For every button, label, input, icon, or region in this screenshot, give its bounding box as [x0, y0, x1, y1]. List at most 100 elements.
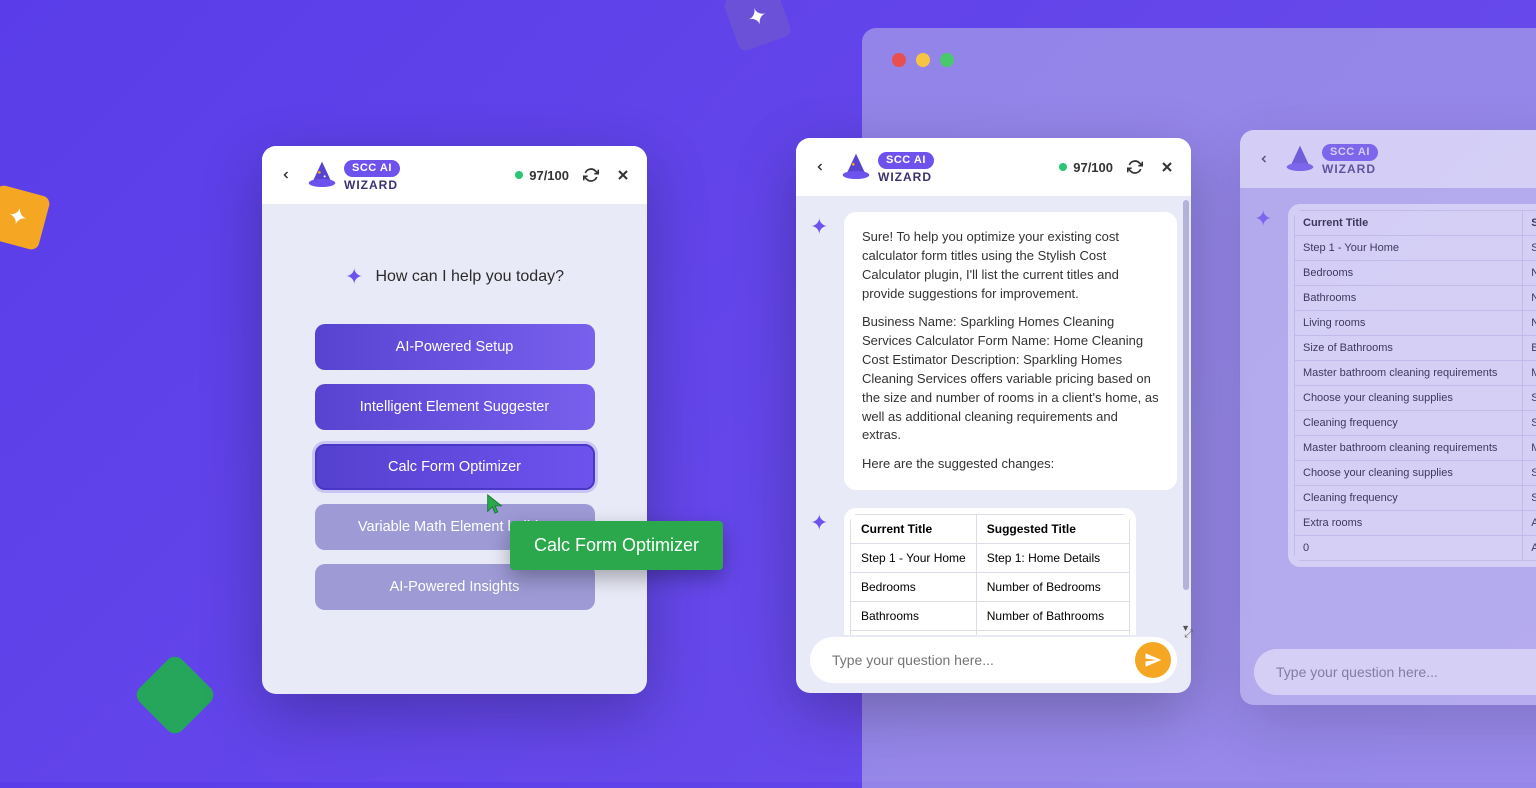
table-cell: Select Cle — [1523, 386, 1536, 411]
table-cell: Cleaning frequency — [1295, 486, 1523, 511]
back-button[interactable] — [810, 155, 830, 180]
table-cell: Step 1 - Your Home — [851, 544, 977, 573]
mouse-cursor — [484, 493, 506, 520]
app-logo: SCC AI WIZARD — [840, 151, 934, 183]
message-bubble: Sure! To help you optimize your existing… — [844, 212, 1177, 490]
message-paragraph: Here are the suggested changes: — [862, 455, 1159, 474]
sparkle-icon: ✦ — [345, 264, 363, 290]
table-cell: Cleaning frequency — [1295, 411, 1523, 436]
refresh-icon[interactable] — [581, 165, 601, 185]
table-cell: Select Cl — [1523, 411, 1536, 436]
scrollbar[interactable]: ▲ ▼ — [1181, 200, 1189, 631]
table-cell: Step 1 - Your Home — [1295, 236, 1523, 261]
app-badge: SCC AI — [1322, 144, 1378, 161]
sparkle-icon: ✦ — [1254, 206, 1278, 567]
table-header: Current Title — [1295, 211, 1523, 236]
option-calc-form-optimizer[interactable]: Calc Form Optimizer — [315, 444, 595, 490]
table-cell: Number of Living Rooms — [976, 631, 1129, 635]
back-button[interactable] — [276, 163, 296, 188]
table-cell: Living rooms — [1295, 311, 1523, 336]
close-icon[interactable] — [613, 165, 633, 185]
sparkle-icon: ✦ — [810, 214, 834, 490]
table-cell: Choose your cleaning supplies — [1295, 386, 1523, 411]
chat-input[interactable] — [1276, 664, 1536, 680]
prompt-heading: ✦ How can I help you today? — [300, 264, 609, 290]
decorative-shape-purple: ✦ — [722, 0, 792, 53]
table-row: BedroomsNumber of Bedrooms — [851, 573, 1130, 602]
table-row: Master bathroom cleaning requirementsMas… — [1295, 436, 1536, 461]
option-intelligent-element-suggester[interactable]: Intelligent Element Suggester — [315, 384, 595, 430]
app-name: WIZARD — [878, 171, 934, 183]
table-cell: Master bathroom cleaning requirements — [1295, 436, 1523, 461]
table-row: Master bathroom cleaning requirementsMas… — [1295, 361, 1536, 386]
wizard-panel-home: SCC AI WIZARD 97/100 ✦ How can I help yo… — [262, 146, 647, 694]
chat-input-bar — [810, 637, 1177, 683]
table-cell: Step 1: Home Details — [976, 544, 1129, 573]
table-row: BathroomsNumber of Bathrooms — [851, 602, 1130, 631]
table-cell: Size of Bathrooms — [1295, 336, 1523, 361]
decorative-shape-orange: ✦ — [0, 184, 51, 251]
table-cell: 0 — [1295, 536, 1523, 561]
table-header: Current Title — [851, 515, 977, 544]
table-cell: Select Cl — [1523, 486, 1536, 511]
table-row: Step 1 - Your HomeStep 1: Home Details — [851, 544, 1130, 573]
table-header: Suggested Title — [976, 515, 1129, 544]
table-cell: Additional Options — [1523, 536, 1536, 561]
send-button[interactable] — [1135, 642, 1171, 678]
traffic-lights — [892, 53, 954, 67]
traffic-minimize[interactable] — [916, 53, 930, 67]
traffic-maximize[interactable] — [940, 53, 954, 67]
app-logo: SCC AI WIZARD — [1284, 143, 1378, 175]
message-paragraph: Business Name: Sparkling Homes Cleaning … — [862, 313, 1159, 445]
table-cell: Number of Bedrooms — [976, 573, 1129, 602]
wizard-hat-icon — [1284, 143, 1316, 175]
panel-header: SCC AI WIZARD 97/ — [1240, 130, 1536, 188]
credits-counter: 97/100 — [515, 168, 569, 183]
decorative-shape-green — [133, 653, 218, 738]
assistant-message: ✦ Sure! To help you optimize your existi… — [810, 212, 1177, 490]
wizard-panel-chat: SCC AI WIZARD 97/100 ▲ ▼ ✦ Sure! To help… — [796, 138, 1191, 693]
sparkle-icon: ✦ — [810, 510, 834, 635]
close-icon[interactable] — [1157, 157, 1177, 177]
app-badge: SCC AI — [878, 152, 934, 169]
chat-input[interactable] — [832, 652, 1135, 668]
table-cell: Bedrooms — [851, 573, 977, 602]
panel-header: SCC AI WIZARD 97/100 — [796, 138, 1191, 196]
app-name: WIZARD — [1322, 163, 1378, 175]
expand-icon[interactable]: ⤢ — [1184, 628, 1193, 641]
table-cell: Select Cle — [1523, 461, 1536, 486]
table-row: Size of BathroomsBathroom — [1295, 336, 1536, 361]
back-button[interactable] — [1254, 147, 1274, 172]
table-row: BedroomsNumber of — [1295, 261, 1536, 286]
table-cell: Master Ba Options — [1523, 436, 1536, 461]
table-cell: Number of Bathrooms — [976, 602, 1129, 631]
message-paragraph: Sure! To help you optimize your existing… — [862, 228, 1159, 303]
wizard-hat-icon — [306, 159, 338, 191]
table-cell: Bedrooms — [1295, 261, 1523, 286]
refresh-icon[interactable] — [1125, 157, 1145, 177]
table-cell: Number of — [1523, 261, 1536, 286]
suggestions-table: Current Title Suggested Step 1 - Your Ho… — [1294, 210, 1536, 561]
option-ai-powered-insights[interactable]: AI-Powered Insights — [315, 564, 595, 610]
table-cell: Number of — [1523, 311, 1536, 336]
hover-tooltip: Calc Form Optimizer — [510, 521, 723, 570]
option-ai-powered-setup[interactable]: AI-Powered Setup — [315, 324, 595, 370]
table-cell: Choose your cleaning supplies — [1295, 461, 1523, 486]
table-cell: Bathrooms — [1295, 286, 1523, 311]
credits-counter: 97/100 — [1059, 160, 1113, 175]
table-cell: Master Ba Options — [1523, 361, 1536, 386]
wizard-hat-icon — [840, 151, 872, 183]
table-cell: Additional — [1523, 511, 1536, 536]
traffic-close[interactable] — [892, 53, 906, 67]
table-row: Cleaning frequencySelect Cl — [1295, 411, 1536, 436]
table-row: 0Additional Options — [1295, 536, 1536, 561]
table-cell: Bathroom — [1523, 336, 1536, 361]
prompt-text: How can I help you today? — [375, 268, 564, 286]
assistant-message-table: ✦ Current Title Suggested Step 1 - Your … — [1254, 204, 1536, 567]
table-row: BathroomsNumber of — [1295, 286, 1536, 311]
table-row: Living roomsNumber of Living Rooms — [851, 631, 1130, 635]
panel-header: SCC AI WIZARD 97/100 — [262, 146, 647, 204]
suggestions-table: Current Title Suggested Title Step 1 - Y… — [850, 514, 1130, 635]
chat-input-bar — [1254, 649, 1536, 695]
app-logo: SCC AI WIZARD — [306, 159, 400, 191]
